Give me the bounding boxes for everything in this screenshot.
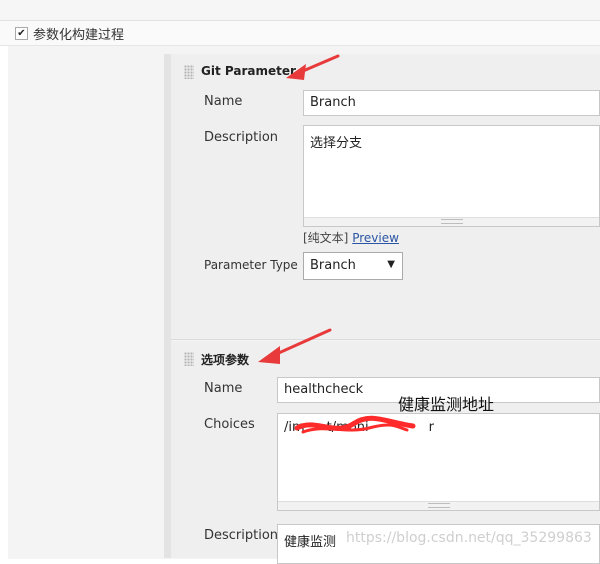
annotation-arrow-icon — [258, 328, 332, 364]
parameter-type-label: Parameter Type — [204, 258, 298, 272]
preview-link[interactable]: Preview — [352, 231, 399, 245]
parameterized-build-label: 参数化构建过程 — [33, 28, 125, 43]
watermark: https://blog.csdn.net/qq_35299863 — [346, 530, 592, 546]
choice-parameter-title: 选项参数 — [201, 353, 250, 367]
textarea-resize-handle[interactable] — [278, 501, 599, 510]
drag-handle-icon[interactable] — [184, 352, 194, 366]
plain-text-label: [纯文本] — [303, 231, 349, 245]
git-parameter-panel: Git Parameter Name Branch Description 选择… — [171, 54, 600, 340]
chevron-down-icon: ▼ — [387, 259, 395, 270]
parameterized-build-checkbox[interactable]: ✔ — [15, 27, 28, 40]
parameter-type-select[interactable]: Branch ▼ — [303, 252, 403, 280]
parameterized-build-row: ✔ 参数化构建过程 — [0, 21, 600, 46]
format-line: [纯文本] Preview — [303, 229, 399, 246]
description-text: 健康监测 — [284, 535, 337, 550]
textarea-resize-handle[interactable] — [304, 217, 599, 226]
choices-label: Choices — [204, 417, 255, 432]
parameters-left-rail — [164, 54, 171, 558]
description-label: Description — [204, 528, 279, 543]
description-label: Description — [204, 130, 279, 145]
name-label: Name — [204, 94, 243, 109]
annotation-arrow-icon — [286, 54, 340, 80]
choice-parameter-panel: 选项参数 Name healthcheck Choices /im t/moni r… — [171, 341, 600, 564]
description-textarea[interactable]: 选择分支 — [303, 125, 600, 227]
name-label: Name — [204, 381, 243, 396]
annotation-text: 健康监测地址 — [398, 395, 495, 414]
drag-handle-icon[interactable] — [184, 65, 194, 79]
choices-text-end: r — [428, 420, 434, 435]
parameter-type-value: Branch — [310, 258, 356, 273]
top-toolbar-strip — [0, 0, 600, 21]
description-text: 选择分支 — [310, 136, 363, 151]
name-input[interactable]: Branch — [303, 90, 600, 116]
